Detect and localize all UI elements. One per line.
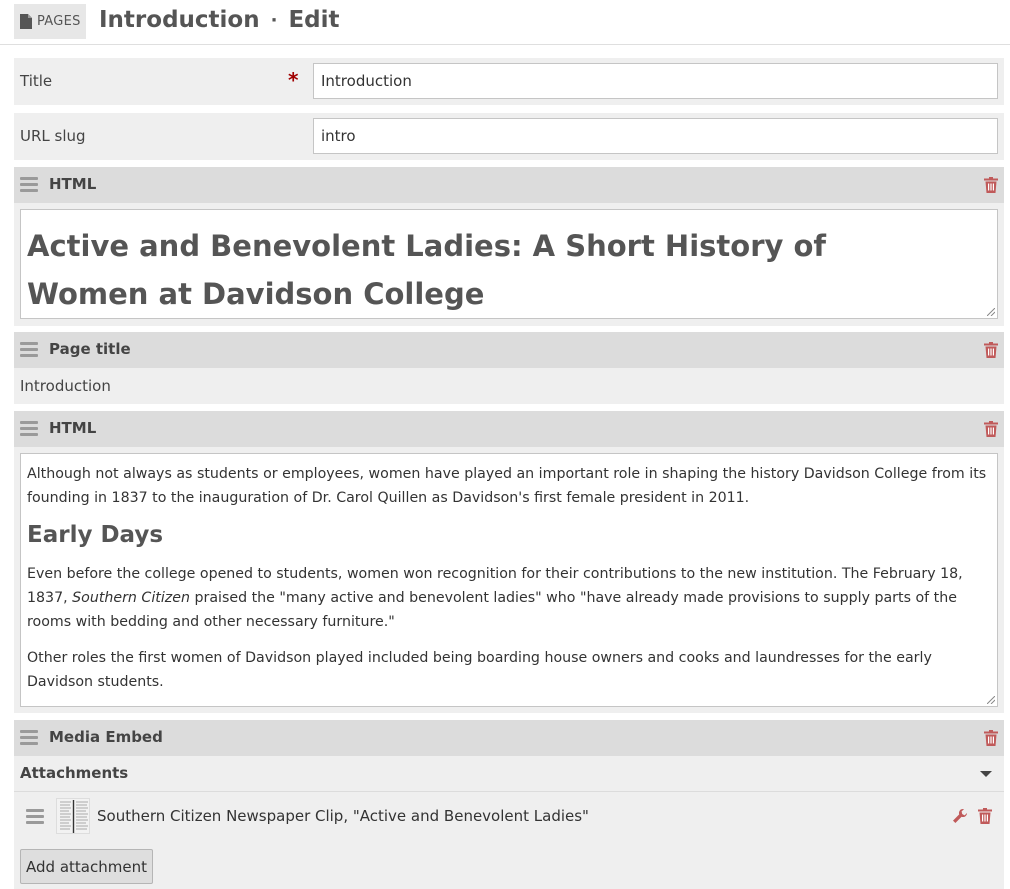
trash-icon[interactable] bbox=[978, 808, 992, 824]
block-type-label: HTML bbox=[49, 175, 97, 193]
attachment-item: Southern Citizen Newspaper Clip, "Active… bbox=[14, 792, 1004, 842]
attachments-label: Attachments bbox=[20, 764, 129, 782]
block-type-label: Media Embed bbox=[49, 728, 163, 746]
page-title-value: Introduction bbox=[20, 377, 111, 395]
html-block-header: HTML bbox=[14, 411, 1004, 447]
title-separator: · bbox=[270, 9, 278, 31]
section-heading: Early Days bbox=[27, 522, 164, 548]
required-marker: * bbox=[288, 68, 299, 92]
media-embed-block-header: Media Embed bbox=[14, 720, 1004, 756]
block-type-label: HTML bbox=[49, 419, 97, 437]
pages-label: PAGES bbox=[37, 14, 81, 29]
page-header: PAGES Introduction · Edit bbox=[0, 0, 1010, 45]
drag-handle-icon[interactable] bbox=[20, 730, 38, 745]
drag-handle-icon[interactable] bbox=[20, 421, 38, 436]
page-title: Introduction · Edit bbox=[99, 7, 340, 33]
title-field-row: Title * bbox=[14, 58, 1004, 105]
drag-handle-icon[interactable] bbox=[26, 809, 44, 824]
content-heading: Active and Benevolent Ladies: A Short Hi… bbox=[27, 229, 827, 311]
paragraph: Although not always as students or emplo… bbox=[27, 466, 987, 506]
title-label: Title bbox=[20, 72, 53, 90]
slug-input[interactable] bbox=[313, 118, 998, 154]
trash-icon[interactable] bbox=[984, 177, 998, 193]
attachments-header[interactable]: Attachments bbox=[14, 756, 1004, 792]
block-type-label: Page title bbox=[49, 340, 131, 358]
pages-button[interactable]: PAGES bbox=[14, 4, 86, 39]
rich-text-content: Although not always as students or emplo… bbox=[27, 462, 987, 706]
html-block-header: HTML bbox=[14, 167, 1004, 203]
page-title-block-header: Page title bbox=[14, 332, 1004, 368]
attachment-title[interactable]: Southern Citizen Newspaper Clip, "Active… bbox=[97, 807, 589, 825]
attachment-thumbnail bbox=[56, 798, 90, 834]
page-mode: Edit bbox=[288, 7, 340, 33]
wrench-icon[interactable] bbox=[952, 808, 968, 824]
html-block-body: Although not always as students or emplo… bbox=[14, 447, 1004, 713]
document-icon bbox=[20, 14, 32, 29]
page-title-block-body: Introduction bbox=[14, 368, 1004, 404]
html-editor[interactable]: Although not always as students or emplo… bbox=[20, 453, 998, 707]
add-attachment-row: Add attachment bbox=[14, 841, 1004, 889]
add-attachment-button[interactable]: Add attachment bbox=[20, 849, 153, 884]
title-input[interactable] bbox=[313, 63, 998, 99]
html-editor[interactable]: Active and Benevolent Ladies: A Short Hi… bbox=[20, 209, 998, 319]
trash-icon[interactable] bbox=[984, 421, 998, 437]
page-name: Introduction bbox=[99, 7, 260, 33]
trash-icon[interactable] bbox=[984, 730, 998, 746]
resize-handle-icon[interactable] bbox=[987, 308, 995, 316]
drag-handle-icon[interactable] bbox=[20, 177, 38, 192]
caret-down-icon[interactable] bbox=[980, 771, 992, 777]
html-block-body: Active and Benevolent Ladies: A Short Hi… bbox=[14, 203, 1004, 326]
slug-field-row: URL slug bbox=[14, 113, 1004, 160]
paragraph: Other roles the first women of Davidson … bbox=[27, 650, 932, 690]
slug-label: URL slug bbox=[20, 127, 86, 145]
publication-name: Southern Citizen bbox=[72, 590, 190, 606]
resize-handle-icon[interactable] bbox=[987, 696, 995, 704]
drag-handle-icon[interactable] bbox=[20, 342, 38, 357]
paragraph: Even before the college opened to studen… bbox=[27, 562, 987, 634]
trash-icon[interactable] bbox=[984, 342, 998, 358]
